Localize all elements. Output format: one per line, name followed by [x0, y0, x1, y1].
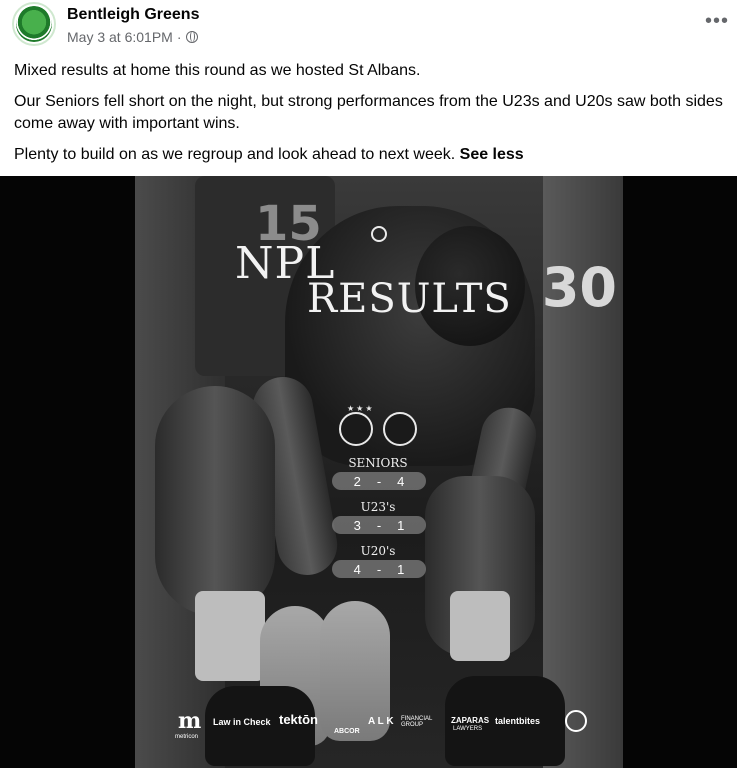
post-meta: May 3 at 6:01PM · — [67, 29, 198, 45]
post-header: Bentleigh Greens May 3 at 6:01PM · ••• — [0, 0, 737, 56]
score-pill-u23: 3 - 1 — [332, 516, 426, 534]
sponsor-metricon-logo: m — [178, 708, 202, 734]
sponsor-badge-icon — [565, 710, 587, 732]
score-pill-u20: 4 - 1 — [332, 560, 426, 578]
sponsor-strip: m metricon Law in Check tektōn ABCOR A L… — [135, 708, 623, 748]
sponsor-talentbites: talentbites — [495, 716, 541, 726]
result-label-u20: U20's — [360, 544, 396, 558]
home-score: 3 — [353, 517, 361, 533]
score-dash: - — [376, 473, 382, 489]
page-avatar[interactable] — [12, 2, 56, 46]
score-dash: - — [376, 561, 382, 577]
home-team-badge-icon — [339, 412, 373, 446]
player-sock-left — [195, 591, 265, 681]
score-pill-seniors: 2 - 4 — [332, 472, 426, 490]
score-dash: - — [376, 517, 382, 533]
away-score: 1 — [397, 517, 405, 533]
away-score: 4 — [397, 473, 405, 489]
shirt-number-right: 30 — [541, 256, 617, 319]
sponsor-alk-sub: FINANCIAL GROUP — [401, 716, 433, 728]
post-paragraph: Mixed results at home this round as we h… — [14, 62, 421, 79]
sponsor-abcor: ABCOR — [334, 728, 360, 735]
more-options-button[interactable]: ••• — [705, 10, 729, 33]
sponsor-zaparas-sub: LAWYERS — [453, 726, 483, 732]
player-sock-right — [450, 591, 510, 661]
sponsor-lawincheck: Law in Check — [213, 717, 271, 727]
see-less-link[interactable]: See less — [460, 146, 524, 163]
author-name[interactable]: Bentleigh Greens — [67, 6, 199, 24]
away-team-badge-icon — [383, 412, 417, 446]
sponsor-tekton: tektōn — [279, 712, 318, 727]
sponsor-alk: A L K — [368, 716, 394, 727]
graphic-title-line2: RESULTS — [307, 276, 512, 322]
home-score: 2 — [353, 473, 361, 489]
results-graphic[interactable]: 15 30 NPL RESULTS ★★★ SENIORS 2 - 4 U23'… — [135, 176, 623, 768]
globe-icon[interactable] — [185, 31, 198, 43]
player-leg-left — [155, 386, 275, 616]
post-timestamp[interactable]: May 3 at 6:01PM — [67, 29, 173, 45]
club-logo-icon — [16, 6, 52, 42]
home-score: 4 — [353, 561, 361, 577]
league-logo-icon — [371, 226, 387, 242]
post-media[interactable]: 15 30 NPL RESULTS ★★★ SENIORS 2 - 4 U23'… — [0, 176, 737, 768]
post-paragraph: Plenty to build on as we regroup and loo… — [14, 146, 524, 163]
sponsor-metricon-name: metricon — [175, 734, 199, 740]
meta-separator: · — [176, 29, 182, 45]
post-text: Mixed results at home this round as we h… — [14, 60, 726, 175]
post-paragraph: Our Seniors fell short on the night, but… — [14, 93, 723, 132]
result-label-seniors: SENIORS — [348, 456, 408, 470]
result-label-u23: U23's — [360, 500, 396, 514]
away-score: 1 — [397, 561, 405, 577]
sponsor-zaparas: ZAPARAS — [451, 716, 490, 725]
